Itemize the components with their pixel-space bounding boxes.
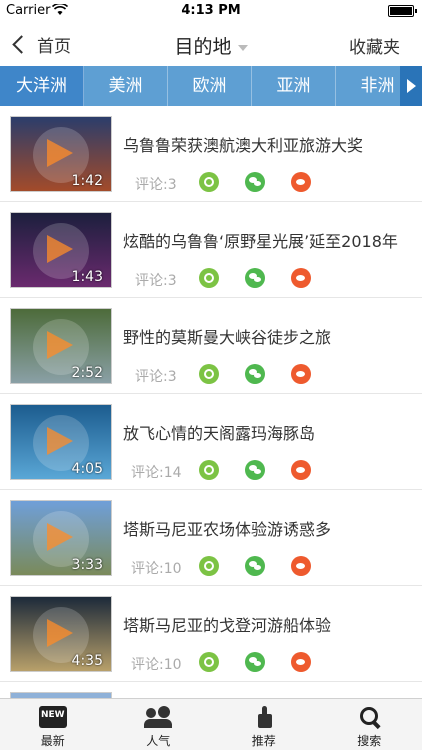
comment-count: 评论:14 bbox=[131, 465, 182, 481]
scroll-right-icon[interactable] bbox=[400, 66, 422, 106]
clock: 4:13 PM bbox=[181, 3, 241, 18]
video-thumbnail[interactable]: 2:52 bbox=[10, 308, 112, 384]
comment-count: 评论:3 bbox=[135, 369, 177, 385]
item-title[interactable]: 塔斯马尼亚农场体验游诱惑多 bbox=[123, 516, 331, 540]
wechat-share-icon[interactable] bbox=[245, 652, 265, 672]
tab-latest[interactable]: NEW 最新 bbox=[0, 699, 106, 750]
tab-oceania[interactable]: 大洋洲 bbox=[0, 66, 84, 106]
new-icon: NEW bbox=[38, 706, 67, 728]
tab-recommended[interactable]: 推荐 bbox=[211, 699, 317, 750]
wechat-share-icon[interactable] bbox=[245, 268, 265, 288]
play-icon bbox=[47, 331, 73, 359]
item-title[interactable]: 塔斯马尼亚的戈登河游船体验 bbox=[123, 612, 331, 636]
video-thumbnail[interactable]: 4:05 bbox=[10, 404, 112, 480]
battery-icon bbox=[388, 5, 417, 17]
tab-popular[interactable]: 人气 bbox=[106, 699, 212, 750]
moments-share-icon[interactable] bbox=[199, 268, 219, 288]
play-icon bbox=[47, 427, 73, 455]
wechat-share-icon[interactable] bbox=[245, 364, 265, 384]
favorites-button[interactable]: 收藏夹 bbox=[349, 33, 400, 58]
comment-count: 评论:10 bbox=[131, 657, 182, 673]
moments-share-icon[interactable] bbox=[199, 172, 219, 192]
wechat-share-icon[interactable] bbox=[245, 556, 265, 576]
thumbs-up-icon bbox=[250, 706, 278, 728]
tab-label: 搜索 bbox=[357, 734, 382, 748]
tab-americas[interactable]: 美洲 bbox=[84, 66, 168, 106]
item-title[interactable]: 放飞心情的天阁露玛海豚岛 bbox=[123, 420, 315, 444]
comment-count: 评论:3 bbox=[135, 273, 177, 289]
list-item[interactable]: 2:52 野性的莫斯曼大峡谷徒步之旅 评论:3 bbox=[0, 298, 422, 394]
tab-search[interactable]: 搜索 bbox=[317, 699, 422, 750]
item-title[interactable]: 乌鲁鲁荣获澳航澳大利亚旅游大奖 bbox=[123, 132, 363, 156]
play-icon bbox=[47, 523, 73, 551]
moments-share-icon[interactable] bbox=[199, 460, 219, 480]
list-item-partial[interactable] bbox=[0, 682, 422, 698]
list-item[interactable]: 3:33 塔斯马尼亚农场体验游诱惑多 评论:10 bbox=[0, 490, 422, 586]
duration: 2:52 bbox=[71, 365, 103, 381]
moments-share-icon[interactable] bbox=[199, 652, 219, 672]
weibo-share-icon[interactable] bbox=[291, 172, 311, 192]
new-badge-text: NEW bbox=[40, 710, 65, 720]
duration: 4:35 bbox=[71, 653, 103, 669]
tab-label: 推荐 bbox=[251, 734, 276, 748]
tab-asia[interactable]: 亚洲 bbox=[252, 66, 336, 106]
tab-label: 人气 bbox=[146, 734, 171, 748]
tab-europe[interactable]: 欧洲 bbox=[168, 66, 252, 106]
duration: 4:05 bbox=[71, 461, 103, 477]
duration: 1:43 bbox=[71, 269, 103, 285]
play-icon bbox=[47, 235, 73, 263]
people-icon bbox=[144, 706, 173, 728]
video-thumbnail[interactable]: 4:35 bbox=[10, 596, 112, 672]
list-item[interactable]: 1:43 炫酷的乌鲁鲁‘原野星光展’延至2018年 评论:3 bbox=[0, 202, 422, 298]
weibo-share-icon[interactable] bbox=[291, 652, 311, 672]
weibo-share-icon[interactable] bbox=[291, 556, 311, 576]
moments-share-icon[interactable] bbox=[199, 556, 219, 576]
item-title[interactable]: 野性的莫斯曼大峡谷徒步之旅 bbox=[123, 324, 331, 348]
duration: 3:33 bbox=[71, 557, 103, 573]
list-item[interactable]: 1:42 乌鲁鲁荣获澳航澳大利亚旅游大奖 评论:3 bbox=[0, 106, 422, 202]
play-icon bbox=[47, 619, 73, 647]
search-icon bbox=[355, 706, 383, 728]
video-thumbnail[interactable]: 1:42 bbox=[10, 116, 112, 192]
tab-label: 最新 bbox=[40, 734, 65, 748]
list-item[interactable]: 4:05 放飞心情的天阁露玛海豚岛 评论:14 bbox=[0, 394, 422, 490]
wechat-share-icon[interactable] bbox=[245, 172, 265, 192]
moments-share-icon[interactable] bbox=[199, 364, 219, 384]
video-thumbnail[interactable]: 3:33 bbox=[10, 500, 112, 576]
bottom-tab-bar: NEW 最新 人气 推荐 搜索 bbox=[0, 698, 422, 750]
play-icon bbox=[47, 139, 73, 167]
video-thumbnail[interactable]: 1:43 bbox=[10, 212, 112, 288]
comment-count: 评论:3 bbox=[135, 177, 177, 193]
chevron-down-icon bbox=[237, 44, 248, 51]
weibo-share-icon[interactable] bbox=[291, 268, 311, 288]
item-title[interactable]: 炫酷的乌鲁鲁‘原野星光展’延至2018年 bbox=[123, 228, 398, 252]
list-item[interactable]: 4:35 塔斯马尼亚的戈登河游船体验 评论:10 bbox=[0, 586, 422, 682]
nav-bar: 首页 目的地 收藏夹 bbox=[0, 22, 422, 66]
duration: 1:42 bbox=[71, 173, 103, 189]
category-tabs: 大洋洲 美洲 欧洲 亚洲 非洲 bbox=[0, 66, 422, 106]
page-title-text: 目的地 bbox=[174, 36, 232, 58]
wechat-share-icon[interactable] bbox=[245, 460, 265, 480]
video-list[interactable]: 1:42 乌鲁鲁荣获澳航澳大利亚旅游大奖 评论:3 1:43 炫酷的乌鲁鲁‘原野… bbox=[0, 106, 422, 698]
weibo-share-icon[interactable] bbox=[291, 364, 311, 384]
weibo-share-icon[interactable] bbox=[291, 460, 311, 480]
comment-count: 评论:10 bbox=[131, 561, 182, 577]
status-bar: Carrier 4:13 PM bbox=[0, 0, 422, 22]
